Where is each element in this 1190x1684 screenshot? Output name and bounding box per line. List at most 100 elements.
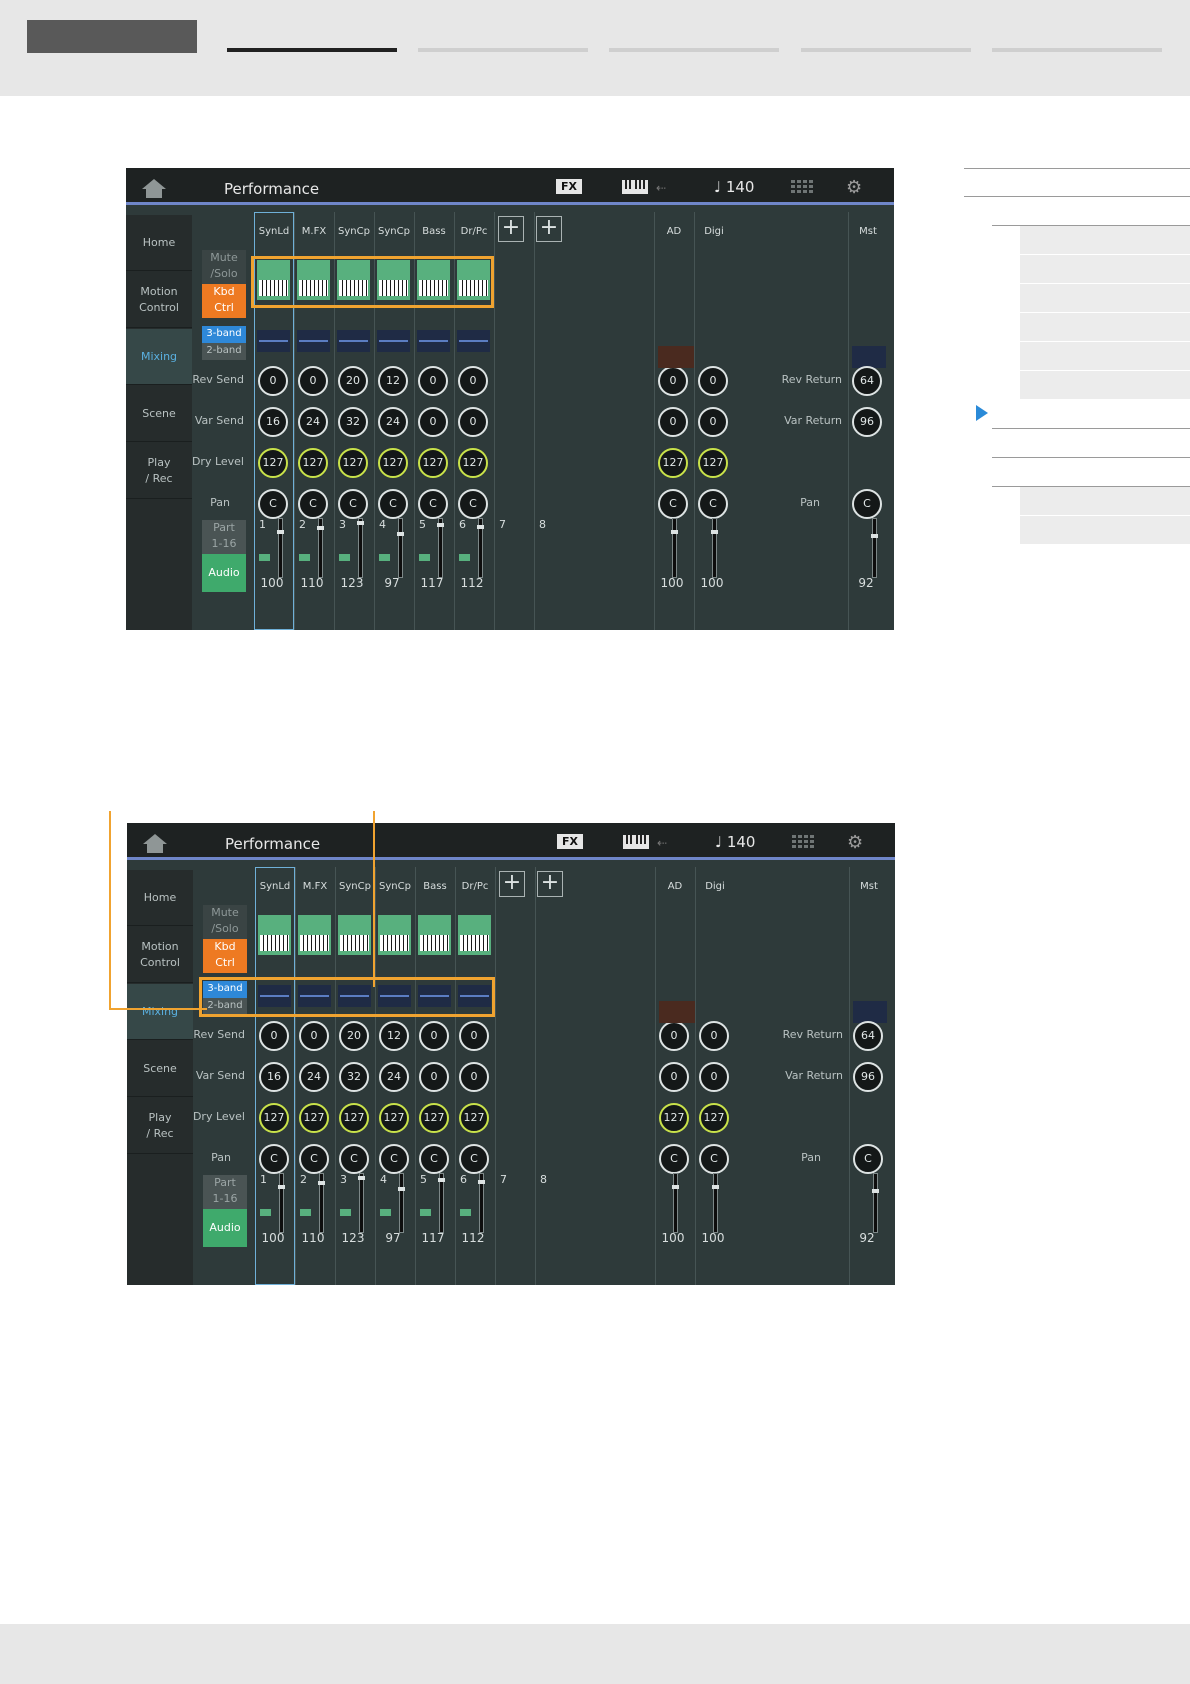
pan-knob[interactable]: C bbox=[459, 1144, 489, 1174]
var-send-knob[interactable]: 24 bbox=[298, 407, 328, 437]
eq-3band-button[interactable]: 3-band bbox=[202, 326, 246, 343]
pan-knob[interactable]: C bbox=[379, 1144, 409, 1174]
fader-cap[interactable] bbox=[397, 532, 404, 536]
tab-motion-control[interactable]: Motion Control bbox=[127, 927, 193, 983]
kbd-ctrl-toggle[interactable] bbox=[338, 915, 371, 955]
rev-send-knob[interactable]: 0 bbox=[659, 1021, 689, 1051]
mute-solo-button[interactable]: Mute /Solo bbox=[202, 250, 246, 284]
eq-2band-button[interactable]: 2-band bbox=[203, 998, 247, 1015]
tab-home[interactable]: Home bbox=[126, 215, 192, 271]
fader-cap[interactable] bbox=[438, 1178, 445, 1182]
rev-send-knob[interactable]: 12 bbox=[379, 1021, 409, 1051]
kbd-ctrl-toggle[interactable] bbox=[298, 915, 331, 955]
rev-send-knob[interactable]: 0 bbox=[298, 366, 328, 396]
home-icon[interactable] bbox=[140, 177, 168, 199]
dry-level-knob[interactable]: 127 bbox=[339, 1103, 369, 1133]
rev-send-knob[interactable]: 20 bbox=[338, 366, 368, 396]
volume-fader[interactable] bbox=[672, 1173, 679, 1233]
eq-display[interactable] bbox=[377, 330, 410, 352]
dry-level-knob[interactable]: 127 bbox=[458, 448, 488, 478]
gear-icon[interactable]: ⚙ bbox=[847, 832, 863, 853]
rev-send-knob[interactable]: 0 bbox=[419, 1021, 449, 1051]
master-eq-display[interactable] bbox=[853, 1001, 887, 1023]
fader-cap[interactable] bbox=[672, 1185, 679, 1189]
master-pan-knob[interactable]: C bbox=[853, 1144, 883, 1174]
rev-send-knob[interactable]: 0 bbox=[658, 366, 688, 396]
kbd-ctrl-toggle[interactable] bbox=[377, 260, 410, 300]
pan-knob[interactable]: C bbox=[659, 1144, 689, 1174]
pan-knob[interactable]: C bbox=[458, 489, 488, 519]
volume-fader[interactable] bbox=[358, 1173, 365, 1233]
rev-send-knob[interactable]: 0 bbox=[418, 366, 448, 396]
toc-row[interactable] bbox=[1020, 284, 1190, 313]
fader-cap[interactable] bbox=[712, 1185, 719, 1189]
kbd-ctrl-toggle[interactable] bbox=[418, 915, 451, 955]
fader-cap[interactable] bbox=[317, 526, 324, 530]
var-send-knob[interactable]: 32 bbox=[339, 1062, 369, 1092]
part-name[interactable]: Bass bbox=[415, 881, 455, 892]
part-name[interactable]: M.FX bbox=[295, 881, 335, 892]
volume-fader[interactable] bbox=[712, 1173, 719, 1233]
dry-level-knob[interactable]: 127 bbox=[698, 448, 728, 478]
audio-eq-display[interactable] bbox=[659, 1001, 695, 1023]
eq-display[interactable] bbox=[378, 985, 411, 1007]
rev-return-knob[interactable]: 64 bbox=[852, 366, 882, 396]
kbd-ctrl-toggle[interactable] bbox=[457, 260, 490, 300]
master-pan-knob[interactable]: C bbox=[852, 489, 882, 519]
pan-knob[interactable]: C bbox=[699, 1144, 729, 1174]
audio-part-name[interactable]: Digi bbox=[694, 226, 734, 237]
fader-cap[interactable] bbox=[437, 523, 444, 527]
rev-send-knob[interactable]: 0 bbox=[459, 1021, 489, 1051]
pan-knob[interactable]: C bbox=[378, 489, 408, 519]
toc-row[interactable] bbox=[992, 458, 1190, 487]
fader-cap[interactable] bbox=[318, 1181, 325, 1185]
var-send-knob[interactable]: 0 bbox=[419, 1062, 449, 1092]
volume-fader[interactable] bbox=[397, 518, 404, 578]
gear-icon[interactable]: ⚙ bbox=[846, 177, 862, 198]
toc-row[interactable] bbox=[992, 197, 1190, 226]
fx-indicator[interactable]: FX bbox=[557, 834, 583, 849]
var-send-knob[interactable]: 0 bbox=[699, 1062, 729, 1092]
part-name[interactable]: SynCp bbox=[375, 881, 415, 892]
quick-access-icon[interactable] bbox=[792, 835, 814, 849]
audio-part-name[interactable]: AD bbox=[655, 881, 695, 892]
volume-fader[interactable] bbox=[317, 518, 324, 578]
rev-return-knob[interactable]: 64 bbox=[853, 1021, 883, 1051]
fader-cap[interactable] bbox=[477, 525, 484, 529]
volume-fader[interactable] bbox=[398, 1173, 405, 1233]
dry-level-knob[interactable]: 127 bbox=[658, 448, 688, 478]
toc-row[interactable] bbox=[1020, 313, 1190, 342]
kbd-ctrl-toggle[interactable] bbox=[458, 915, 491, 955]
fader-cap[interactable] bbox=[398, 1187, 405, 1191]
kbd-ctrl-toggle[interactable] bbox=[378, 915, 411, 955]
volume-fader[interactable] bbox=[671, 518, 678, 578]
part-range-button[interactable]: Part 1-16 bbox=[203, 1175, 247, 1209]
fader-cap[interactable] bbox=[478, 1180, 485, 1184]
toc-row[interactable] bbox=[1020, 371, 1190, 400]
pan-knob[interactable]: C bbox=[298, 489, 328, 519]
var-send-knob[interactable]: 32 bbox=[338, 407, 368, 437]
audio-part-name[interactable]: AD bbox=[654, 226, 694, 237]
add-part-button[interactable]: + bbox=[498, 216, 524, 242]
eq-display[interactable] bbox=[458, 985, 491, 1007]
master-fader[interactable] bbox=[871, 518, 878, 578]
toc-row[interactable] bbox=[964, 168, 1190, 197]
dry-level-knob[interactable]: 127 bbox=[298, 448, 328, 478]
eq-display[interactable] bbox=[297, 330, 330, 352]
kbd-ctrl-button[interactable]: Kbd Ctrl bbox=[202, 284, 246, 318]
eq-display[interactable] bbox=[337, 330, 370, 352]
kbd-ctrl-toggle[interactable] bbox=[297, 260, 330, 300]
fader-cap[interactable] bbox=[358, 1176, 365, 1180]
eq-3band-button[interactable]: 3-band bbox=[203, 981, 247, 998]
rev-send-knob[interactable]: 0 bbox=[458, 366, 488, 396]
toc-row-current[interactable] bbox=[992, 400, 1190, 429]
volume-fader[interactable] bbox=[478, 1173, 485, 1233]
rev-send-knob[interactable]: 12 bbox=[378, 366, 408, 396]
var-return-knob[interactable]: 96 bbox=[853, 1062, 883, 1092]
audio-eq-display[interactable] bbox=[658, 346, 694, 368]
dry-level-knob[interactable]: 127 bbox=[699, 1103, 729, 1133]
pan-knob[interactable]: C bbox=[419, 1144, 449, 1174]
fader-cap[interactable] bbox=[871, 534, 878, 538]
tab-scene[interactable]: Scene bbox=[126, 386, 192, 442]
pan-knob[interactable]: C bbox=[658, 489, 688, 519]
